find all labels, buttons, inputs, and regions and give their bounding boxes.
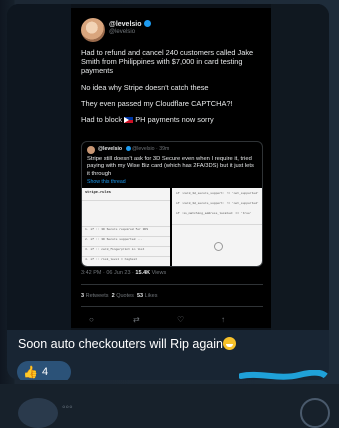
thumbs-up-icon: 👍 <box>23 365 38 379</box>
quote-image-stripe-rules: stripe-rules 1. if :: 3D Secure required… <box>82 188 170 266</box>
tweet-paragraph-3: They even passed my Cloudflare CAPTCHA?! <box>81 98 233 108</box>
code-row-3: if :is_matching_address_located: == 'tru… <box>176 212 252 215</box>
retweets-count: 3 <box>81 293 85 299</box>
tweet-author-handle: @levelsio <box>109 29 136 35</box>
retweets-label: Retweets <box>85 293 109 299</box>
reaction-thumbs-up[interactable]: 👍 4 <box>17 361 71 380</box>
like-icon: ♡ <box>177 315 185 324</box>
grinning-sweat-emoji-icon <box>222 337 236 350</box>
rule-row-3: 3. if :: card_fingerprint in list <box>85 248 145 251</box>
screenshot-right-margin <box>271 4 329 330</box>
next-message-indicator: ◦◦◦ <box>62 402 73 413</box>
quote-header: @levelsio @levelsio · 39m <box>98 146 170 152</box>
likes-count: 53 <box>136 293 144 299</box>
quote-author-handle: @levelsio <box>132 146 155 152</box>
rule-divider <box>82 200 170 201</box>
quote-image-rule-editor: if :card_3d_secure_support: != 'not_supp… <box>172 188 262 266</box>
tweet-author-name: @levelsio <box>109 20 151 28</box>
message-caption: Soon auto checkouters will Rip again <box>18 337 236 351</box>
code-row-2: if :card_3d_secure_support: != 'not_supp… <box>176 202 259 205</box>
quote-show-thread-link: Show this thread <box>87 179 126 185</box>
tweet-paragraph-1: Had to refund and cancel 240 customers c… <box>81 48 254 76</box>
reply-icon: ○ <box>89 315 94 324</box>
tweet-views-count: 15.4K <box>135 270 151 276</box>
rule-divider <box>82 226 170 227</box>
quote-text: Stripe still doesn't ask for 3D Secure e… <box>87 156 254 177</box>
tweet-divider <box>81 306 263 307</box>
code-divider <box>172 224 262 225</box>
reaction-count: 4 <box>41 366 49 378</box>
quote-author-name: @levelsio <box>98 146 123 152</box>
caption-text: Soon auto checkouters will Rip again <box>18 337 223 351</box>
block-line-suffix: PH payments now sorry <box>135 115 214 125</box>
rule-divider <box>82 236 170 237</box>
tweet-card: @levelsio @levelsio Had to refund and ca… <box>71 8 271 328</box>
likes-label: Likes <box>144 293 158 299</box>
retweet-icon: ⇄ <box>133 315 140 324</box>
tweet-paragraph-2: No idea why Stripe doesn't catch these <box>81 82 209 92</box>
tweet-stats: 3 Retweets 2 Quotes 53 Likes <box>81 293 157 299</box>
quote-avatar <box>87 146 95 154</box>
rule-divider <box>82 246 170 247</box>
rule-row-1: 1. if :: 3D Secure required for 3DS <box>85 228 149 231</box>
tweet-body: Had to refund and cancel 240 customers c… <box>81 48 267 131</box>
redaction-scribble <box>239 370 329 380</box>
block-line-prefix: Had to block <box>81 115 123 125</box>
verified-badge-icon <box>143 20 151 27</box>
tweet-time: 3:42 PM · 06 Jun 23 · <box>81 270 134 276</box>
screenshot-left-margin <box>7 4 71 330</box>
verified-badge-icon <box>125 146 131 151</box>
quote-time: 39m <box>159 146 170 152</box>
rule-row-2: 2. if :: 3D Secure supported ... <box>85 238 143 241</box>
tweet-paragraph-4: Had to block PH payments now sorry <box>81 115 267 124</box>
rule-divider <box>82 256 170 257</box>
tweet-screenshot-image[interactable]: @levelsio @levelsio Had to refund and ca… <box>7 4 329 330</box>
tweet-meta: 3:42 PM · 06 Jun 23 · 15.4K Views <box>81 270 166 276</box>
tweet-author-avatar <box>81 18 105 42</box>
rule-row-4: 4. if :: risk_level = highest <box>85 258 138 261</box>
rules-header: stripe-rules <box>85 191 111 195</box>
next-message-avatar[interactable] <box>18 398 58 428</box>
quotes-count: 2 <box>111 293 115 299</box>
tweet-divider <box>81 284 263 285</box>
tweet-views-label: Views <box>151 270 167 276</box>
message-bubble[interactable]: @levelsio @levelsio Had to refund and ca… <box>7 4 329 380</box>
scroll-down-button[interactable] <box>300 398 330 428</box>
placeholder-circle-icon <box>214 242 223 251</box>
share-icon: ↑ <box>221 315 225 324</box>
quotes-label: Quotes <box>116 293 134 299</box>
author-name-text: @levelsio <box>109 21 142 28</box>
philippines-flag-icon <box>124 117 134 124</box>
code-row-1: if :card_3d_secure_support: != 'not_supp… <box>176 192 259 195</box>
quoted-tweet: @levelsio @levelsio · 39m Stripe still d… <box>81 141 263 267</box>
